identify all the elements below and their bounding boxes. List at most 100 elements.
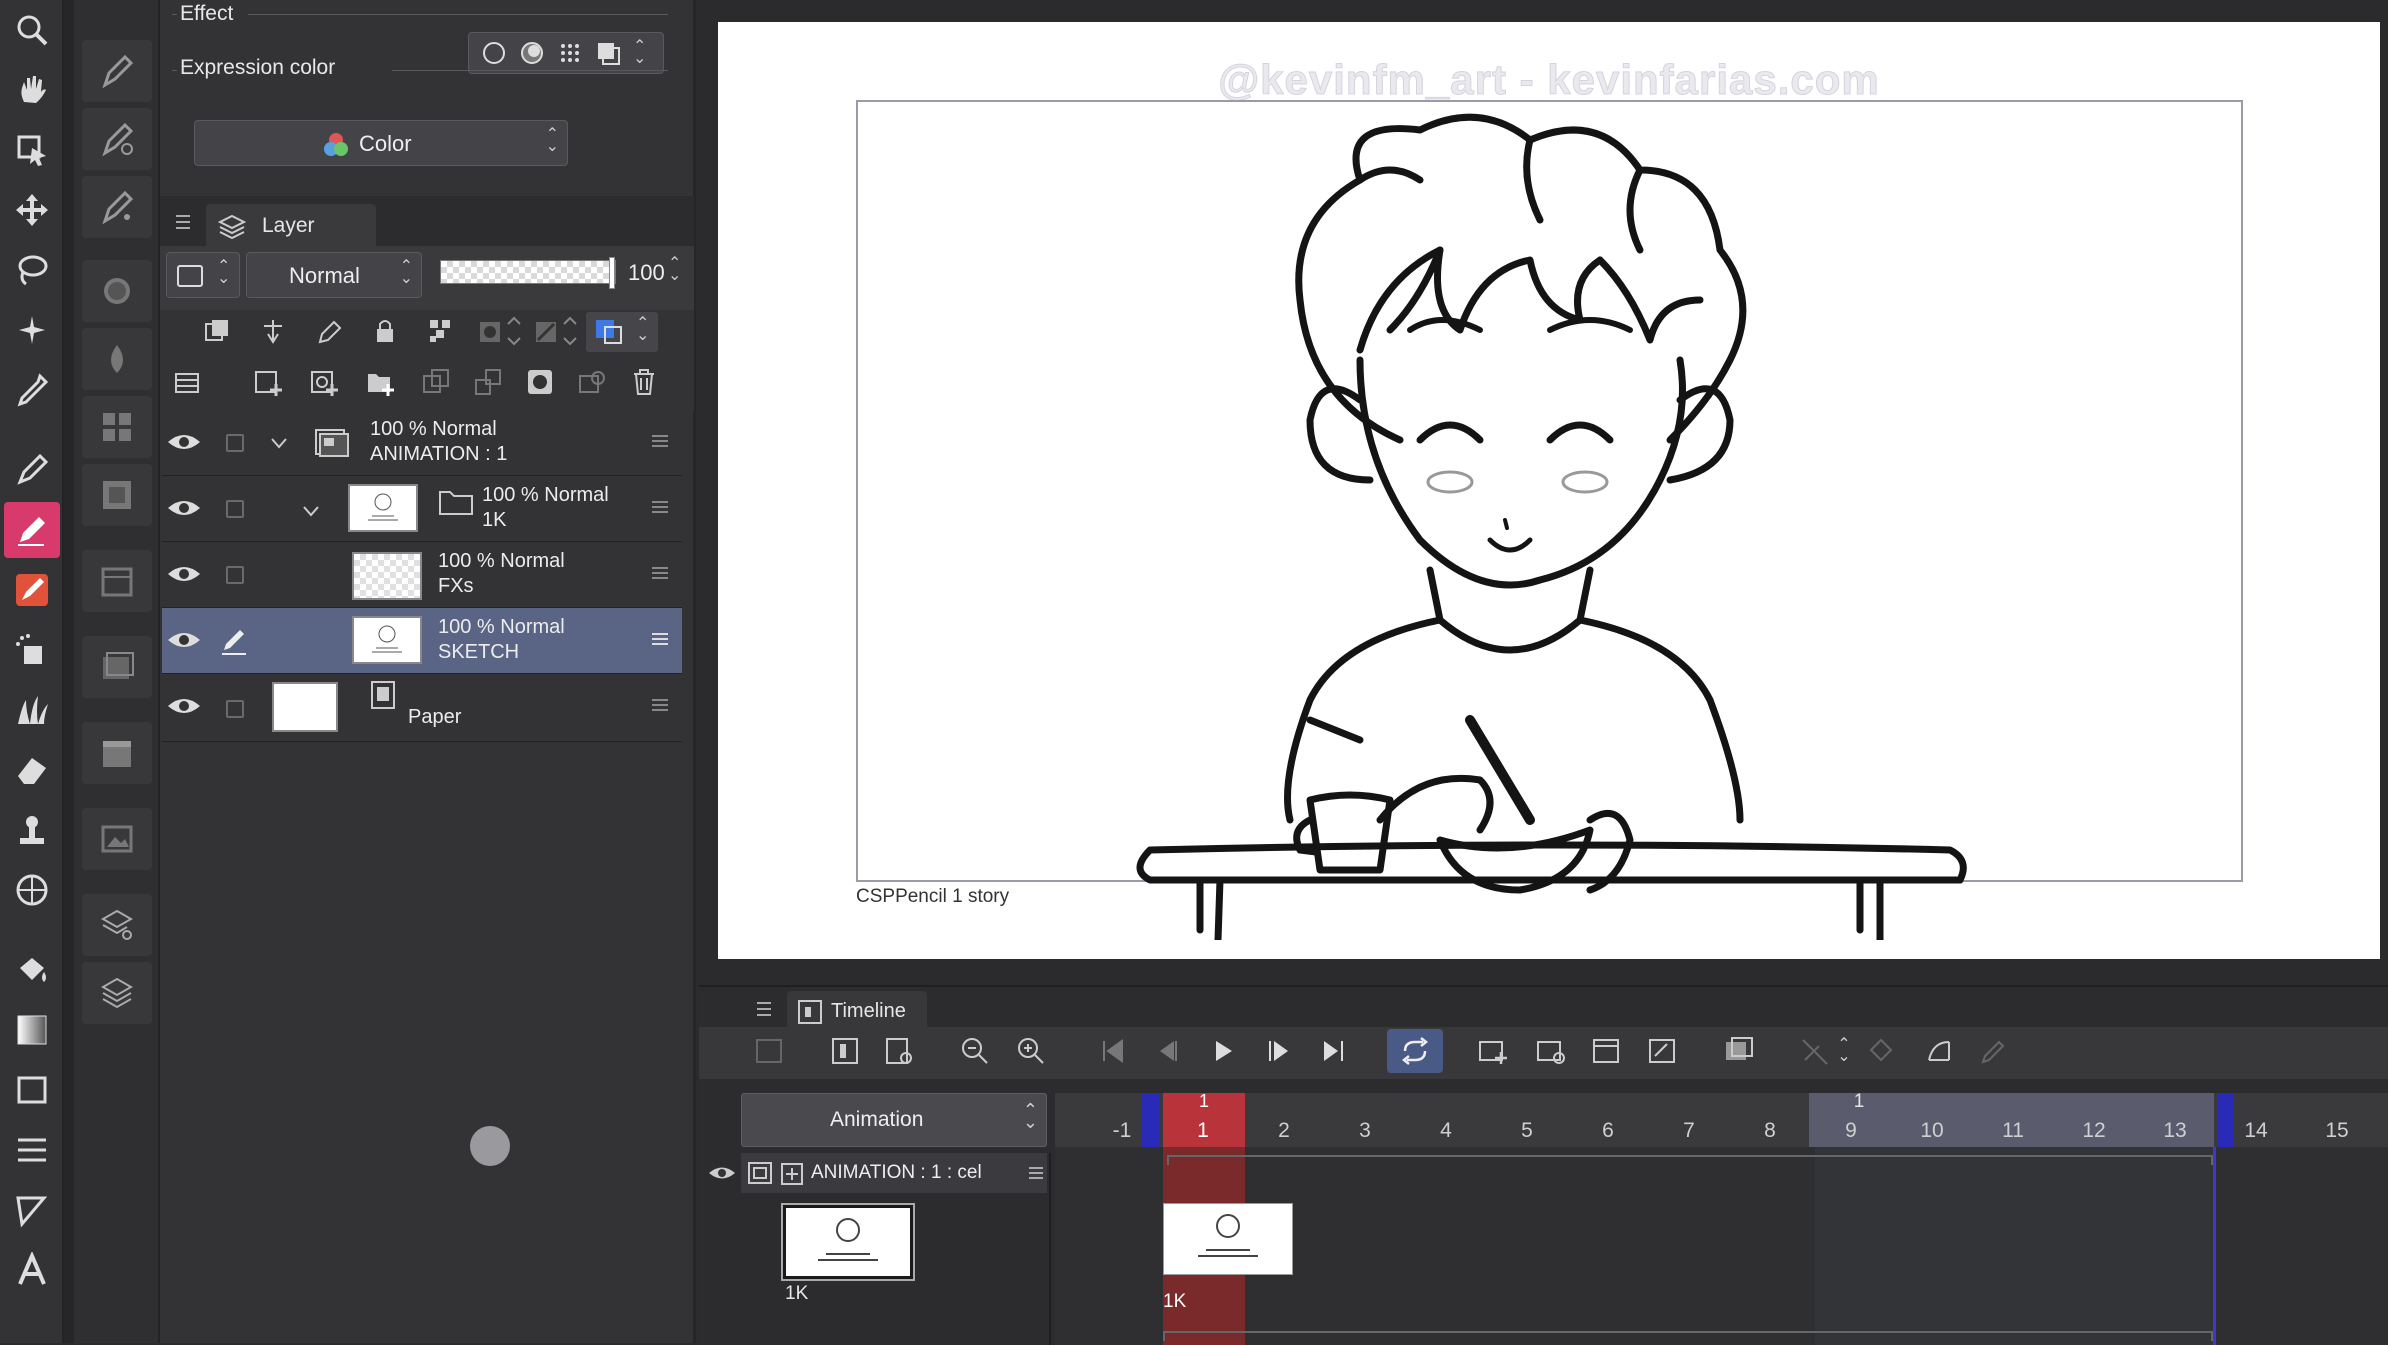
delete-layer-icon[interactable] [628,366,660,398]
eraser-tool-icon[interactable] [4,742,60,798]
loop-playback-icon[interactable] [1387,1029,1443,1073]
end-frame-marker[interactable] [2217,1093,2233,1147]
layer-color-toggle[interactable]: ⌃ ⌄ [166,252,240,298]
next-frame-icon[interactable] [1257,1029,1301,1073]
pen-pressure-sub-icon[interactable] [82,176,152,238]
layer-search-sub-icon[interactable] [82,894,152,956]
layer-row-animation-folder[interactable]: 100 % Normal ANIMATION : 1 [162,410,682,476]
new-vector-layer-icon[interactable] [308,366,340,398]
layer-color-button[interactable]: ⌃ ⌄ [586,312,658,352]
decoration-tool-icon[interactable] [4,682,60,738]
film-sub-icon[interactable] [82,464,152,526]
timeline-settings-icon[interactable] [877,1029,921,1073]
layer-checkbox[interactable] [226,566,244,584]
frame-cel-thumbnail[interactable] [1163,1203,1293,1275]
keyframe-spinner-icon[interactable]: ⌃ ⌄ [1829,1029,1859,1073]
layer-checkbox[interactable] [226,700,244,718]
pen-settings-sub-icon[interactable] [82,108,152,170]
timeline-thumbnail-icon[interactable] [747,1029,791,1073]
clip-layer-icon[interactable] [202,316,232,346]
grid-sub-icon[interactable] [82,396,152,458]
last-frame-icon[interactable] [1311,1029,1355,1073]
apply-mask-icon[interactable] [576,366,608,398]
layer-row-menu-icon[interactable] [652,566,668,580]
expression-color-select[interactable]: Color ⌃ ⌄ [194,120,568,166]
layer-row-menu-icon[interactable] [652,632,668,646]
track-header[interactable]: ANIMATION : 1 : cel [709,1153,1047,1193]
layer-property-icon[interactable] [172,368,202,398]
animation-folder-select[interactable]: Animation ⌃ ⌄ [741,1093,1047,1147]
play-icon[interactable] [1201,1029,1245,1073]
pencil-tool-icon[interactable] [4,502,60,558]
new-animation-cel-icon[interactable] [1471,1029,1515,1073]
layer-checkbox[interactable] [226,434,244,452]
layer-row-sketch[interactable]: 100 % Normal SKETCH [162,608,682,674]
layer-row-menu-icon[interactable] [652,698,668,712]
move-tool-icon[interactable] [4,182,60,238]
chevron-down-icon[interactable] [302,504,320,518]
start-frame-marker[interactable] [1141,1093,1159,1147]
new-raster-layer-icon[interactable] [252,366,284,398]
frame-border-tool-icon[interactable] [4,1122,60,1178]
clapper-sub-icon[interactable] [82,722,152,784]
pen-tool-icon[interactable] [4,442,60,498]
track-visibility-eye-icon[interactable] [707,1163,737,1183]
circle-sub-icon[interactable] [82,260,152,322]
cel-specify-icon[interactable] [1585,1029,1629,1073]
blend-tool-icon[interactable] [4,802,60,858]
layer-mask-icon[interactable] [524,366,556,398]
zoom-in-icon[interactable] [1009,1029,1053,1073]
object-select-icon[interactable] [4,122,60,178]
figure-tool-icon[interactable] [4,1062,60,1118]
add-cel-icon[interactable] [781,1163,803,1185]
ruler-tool-icon[interactable] [4,862,60,918]
brush-tool-icon[interactable] [4,562,60,618]
layer-row-fxs[interactable]: 100 % Normal FXs [162,542,682,608]
visibility-eye-icon[interactable] [166,430,202,454]
layer-row-1k-folder[interactable]: 100 % Normal 1K [162,476,682,542]
lock-transparency-icon[interactable] [426,316,456,346]
track-menu-icon[interactable] [1029,1166,1043,1180]
effect-selector[interactable]: ⌃ ⌄ [468,32,664,74]
transfer-lower-icon[interactable] [420,366,452,398]
gradient-tool-icon[interactable] [4,1002,60,1058]
visibility-eye-icon[interactable] [166,694,202,718]
opacity-value[interactable]: 100 [628,260,665,286]
assign-cel-icon[interactable] [1529,1029,1573,1073]
effect-spinner-icon[interactable]: ⌃ ⌄ [633,39,646,67]
frames-sub-icon[interactable] [82,636,152,698]
first-frame-icon[interactable] [1091,1029,1135,1073]
pen-sub-tool-icon[interactable] [82,40,152,102]
image-sub-icon[interactable] [82,808,152,870]
visibility-eye-icon[interactable] [166,562,202,586]
visibility-eye-icon[interactable] [166,496,202,520]
new-folder-icon[interactable] [364,366,396,398]
lock-layer-icon[interactable] [370,316,400,346]
visibility-eye-icon[interactable] [166,628,202,652]
keyframe-add-icon[interactable] [1861,1029,1905,1073]
drop-sub-icon[interactable] [82,328,152,390]
hand-tool-icon[interactable] [4,62,60,118]
fill-tool-icon[interactable] [4,942,60,998]
previous-frame-icon[interactable] [1145,1029,1189,1073]
opacity-spinner-icon[interactable]: ⌃ ⌄ [668,256,681,284]
opacity-slider-handle[interactable] [609,257,615,289]
mask-enable-icon[interactable] [476,316,524,346]
layer-row-menu-icon[interactable] [652,500,668,514]
palette-menu-icon[interactable] [174,214,192,230]
combine-lower-icon[interactable] [472,366,504,398]
layer-checkbox[interactable] [226,500,244,518]
layer-row-paper[interactable]: Paper [162,674,682,742]
chevron-down-icon[interactable] [270,436,288,450]
zoom-tool-icon[interactable] [4,2,60,58]
cel-rename-icon[interactable] [1641,1029,1685,1073]
layer-tab[interactable]: Layer [206,204,376,248]
balloon-tool-icon[interactable] [4,1182,60,1238]
timeline-menu-icon[interactable] [755,1001,773,1017]
ruler-range-icon[interactable] [532,316,580,346]
calendar-sub-icon[interactable] [82,550,152,612]
cel-thumbnail[interactable] [781,1203,915,1281]
layers-sub-icon[interactable] [82,962,152,1024]
text-tool-icon[interactable] [4,1242,60,1298]
reference-layer-icon[interactable] [258,316,288,346]
